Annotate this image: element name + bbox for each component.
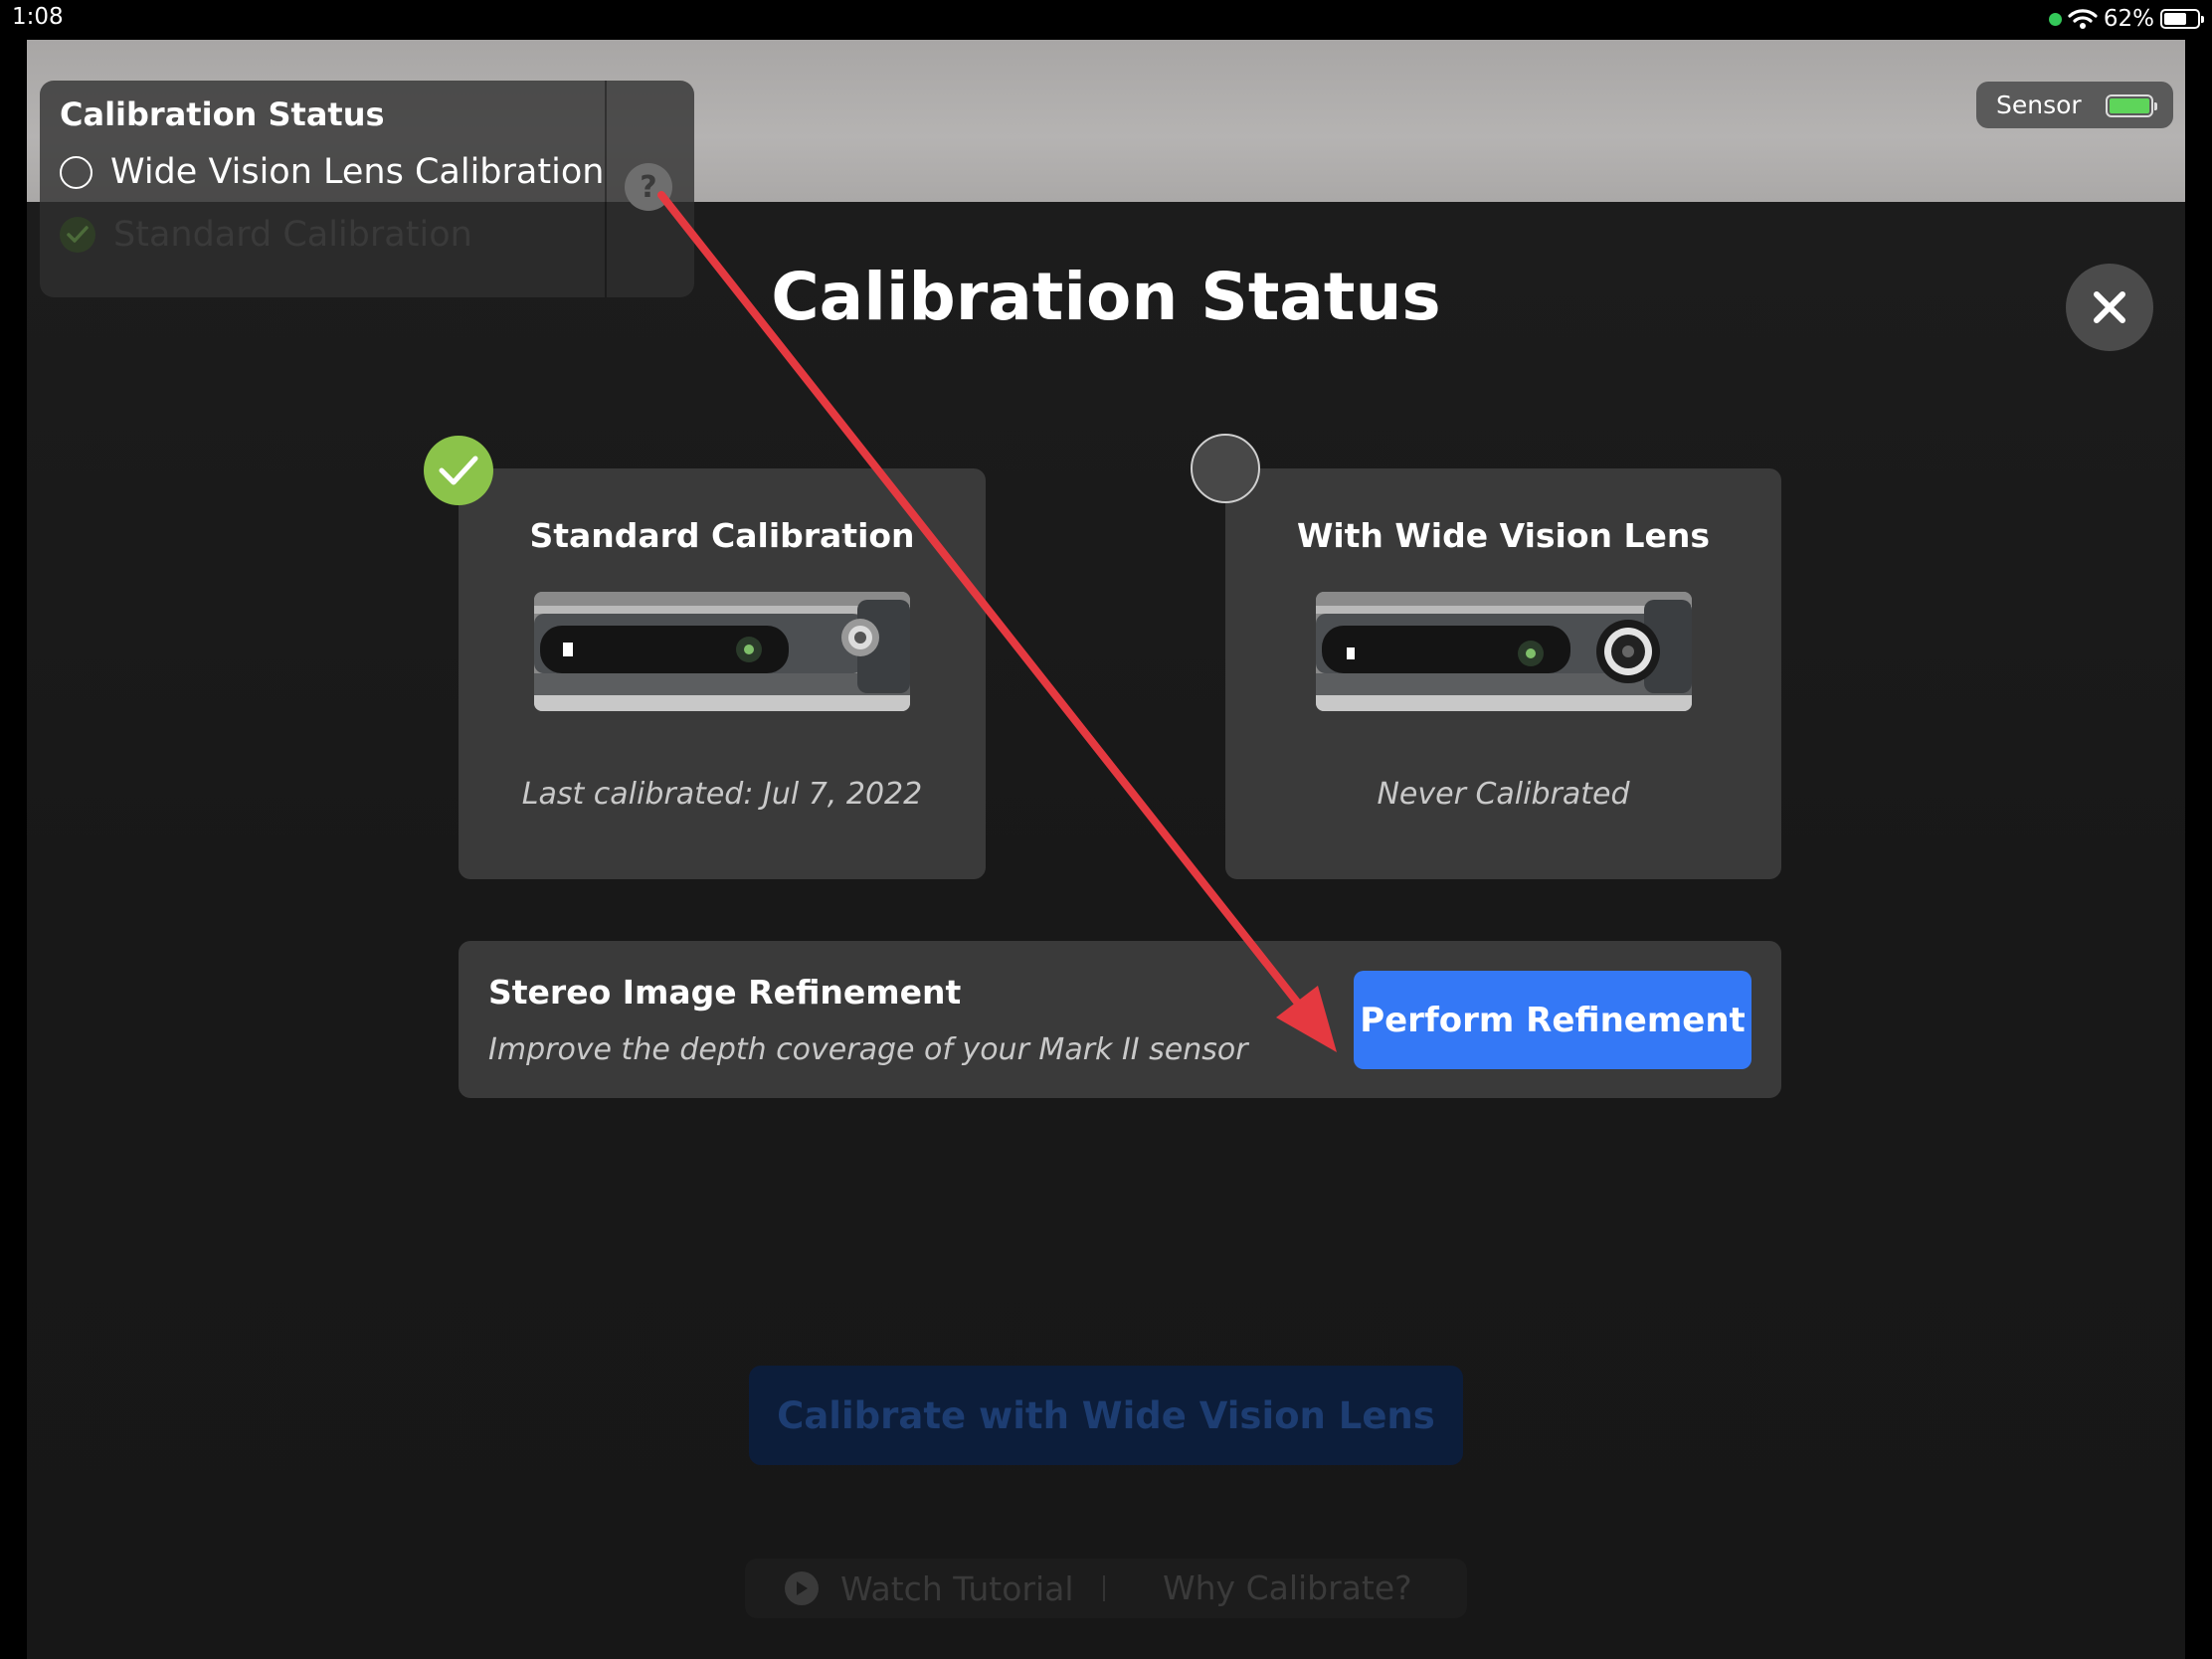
annotation-arrow [657, 191, 1337, 1052]
